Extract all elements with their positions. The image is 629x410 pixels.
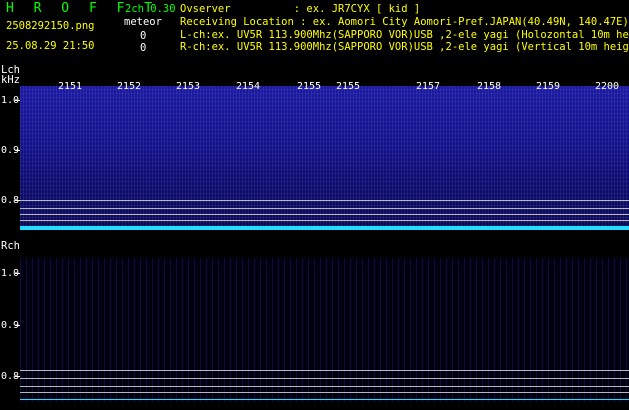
rch-marker-line — [20, 386, 629, 387]
lch-y-tick-label: 1.0 — [1, 95, 20, 106]
rch-y-tick-label: 0.9 — [1, 320, 20, 331]
time-label: 2155 — [297, 81, 322, 92]
time-label: 2155 — [336, 81, 361, 92]
time-label: 2151 — [58, 81, 83, 92]
lch-marker-line — [20, 214, 629, 215]
lch-meteor-count: 0 — [140, 30, 147, 42]
lch-y-tick-label: 0.9 — [1, 145, 20, 156]
lch-info: L-ch:ex. UV5R 113.900Mhz(SAPPORO VOR)USB… — [180, 30, 629, 41]
khz-label: kHz — [1, 74, 20, 86]
rch-label: Rch — [1, 240, 20, 252]
location-info: Receiving Location : ex. Aomori City Aom… — [180, 17, 629, 28]
rch-marker-line — [20, 370, 629, 371]
time-label: 2200 — [595, 81, 620, 92]
rch-info: R-ch:ex. UV5R 113.900Mhz(SAPPORO VOR)USB… — [180, 42, 629, 53]
time-label: 2154 — [236, 81, 261, 92]
meteor-label: meteor — [124, 16, 162, 28]
lch-y-tick-label: 0.8 — [1, 195, 20, 206]
time-label: 2159 — [536, 81, 561, 92]
lch-marker-line — [20, 208, 629, 209]
time-label: 2157 — [416, 81, 441, 92]
lch-noise-band — [20, 226, 629, 230]
rch-y-tick-label: 1.0 — [1, 268, 20, 279]
time-label: 2152 — [117, 81, 142, 92]
rch-y-tick-label: 0.8 — [1, 371, 20, 382]
lch-marker-line — [20, 220, 629, 221]
version-label: 2ch 0.30 — [125, 3, 176, 15]
rch-marker-line — [20, 378, 629, 379]
lch-marker-line — [20, 200, 629, 201]
rch-meteor-count: 0 — [140, 42, 147, 54]
rch-noise-line — [20, 399, 629, 400]
filename: 2508292150.png — [6, 20, 95, 32]
time-label: 2153 — [176, 81, 201, 92]
datetime: 25.08.29 21:50 — [6, 40, 95, 52]
time-label: 2158 — [477, 81, 502, 92]
rch-spectrogram — [20, 258, 629, 402]
rch-marker-line — [20, 392, 629, 393]
observer-info: Ovserver : ex. JR7CYX [ kid ] — [180, 4, 421, 15]
